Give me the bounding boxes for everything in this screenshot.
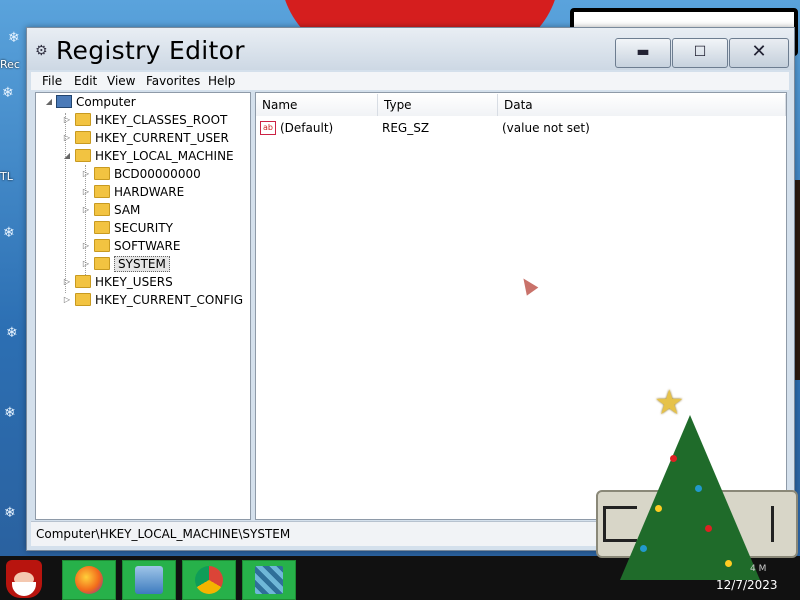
- expand-arrow-icon[interactable]: ▷: [62, 115, 72, 124]
- ornament-icon: [705, 525, 712, 532]
- tree-node-system[interactable]: SYSTEM: [94, 255, 170, 273]
- expand-arrow-icon[interactable]: ▷: [81, 259, 91, 268]
- collapse-arrow-icon[interactable]: ◢: [44, 97, 54, 106]
- snowflake-icon: ❄: [6, 325, 18, 341]
- tree-node-hkcu[interactable]: HKEY_CURRENT_USER: [75, 129, 229, 147]
- snowflake-icon: ❄: [4, 405, 16, 421]
- clock-time: 4 M: [750, 564, 767, 574]
- close-button[interactable]: ✕: [729, 38, 789, 68]
- snowflake-icon: ❄: [3, 225, 15, 241]
- taskbar-regedit-button[interactable]: [242, 560, 296, 600]
- folder-icon: [75, 131, 91, 144]
- tree-node-label: HKEY_CURRENT_USER: [95, 131, 229, 145]
- ornament-icon: [655, 505, 662, 512]
- folder-icon: [94, 239, 110, 252]
- column-header-data[interactable]: Data: [498, 94, 786, 116]
- tree-node-label: BCD00000000: [114, 167, 201, 181]
- maximize-button[interactable]: ☐: [672, 38, 728, 68]
- menu-favorites[interactable]: Favorites: [146, 74, 200, 88]
- clock-date[interactable]: 12/7/2023: [716, 578, 778, 592]
- status-path: Computer\HKEY_LOCAL_MACHINE\SYSTEM: [36, 527, 291, 541]
- value-name: (Default): [280, 121, 334, 135]
- folder-icon: [75, 149, 91, 162]
- tree-node-computer[interactable]: Computer: [56, 93, 136, 111]
- taskbar-chrome-button[interactable]: [182, 560, 236, 600]
- expand-arrow-icon[interactable]: ▷: [62, 277, 72, 286]
- tree-node-label: HKEY_CLASSES_ROOT: [95, 113, 228, 127]
- menu-file[interactable]: File: [42, 74, 62, 88]
- tree-node-label: HKEY_CURRENT_CONFIG: [95, 293, 244, 307]
- christmas-tree-decoration: [620, 415, 760, 580]
- folder-icon: [94, 185, 110, 198]
- folder-icon: [94, 221, 110, 234]
- firefox-icon: [75, 566, 103, 594]
- tree-node-hardware[interactable]: HARDWARE: [94, 183, 184, 201]
- expand-arrow-icon[interactable]: ▷: [81, 241, 91, 250]
- ornament-icon: [640, 545, 647, 552]
- expand-arrow-icon[interactable]: ▷: [62, 295, 72, 304]
- minimize-button[interactable]: ▬: [615, 38, 671, 68]
- tree-node-hkcr[interactable]: HKEY_CLASSES_ROOT: [75, 111, 227, 129]
- tree-node-label: SECURITY: [114, 221, 173, 235]
- chrome-icon: [195, 566, 223, 594]
- tree-node-label-selected: SYSTEM: [114, 256, 170, 272]
- folder-icon: [75, 275, 91, 288]
- expand-arrow-icon[interactable]: ▷: [81, 169, 91, 178]
- value-type: REG_SZ: [382, 121, 430, 135]
- star-icon: ★: [654, 383, 685, 423]
- tree-node-hklm[interactable]: HKEY_LOCAL_MACHINE: [75, 147, 234, 165]
- ornament-icon: [695, 485, 702, 492]
- registry-icon: [255, 566, 283, 594]
- collapse-arrow-icon[interactable]: ◢: [62, 151, 72, 160]
- folder-icon: [75, 113, 91, 126]
- ornament-icon: [670, 455, 677, 462]
- tree-node-label: Computer: [76, 95, 136, 109]
- folder-icon: [94, 203, 110, 216]
- value-data: (value not set): [502, 121, 590, 135]
- expand-arrow-icon[interactable]: ▷: [62, 133, 72, 142]
- table-row[interactable]: ab (Default) REG_SZ (value not set): [260, 119, 780, 137]
- tree-node-security[interactable]: SECURITY: [94, 219, 173, 237]
- tree-node-hkcc[interactable]: HKEY_CURRENT_CONFIG: [75, 291, 243, 309]
- column-header-name[interactable]: Name: [256, 94, 378, 116]
- tree-node-software[interactable]: SOFTWARE: [94, 237, 180, 255]
- tree-node-label: HKEY_LOCAL_MACHINE: [95, 149, 234, 163]
- expand-arrow-icon[interactable]: ▷: [81, 205, 91, 214]
- registry-tree: ◢ Computer ▷ HKEY_CLASSES_ROOT ▷ HKEY_CU…: [35, 92, 251, 520]
- snowflake-icon: ❄: [8, 30, 20, 46]
- menu-edit[interactable]: Edit: [74, 74, 97, 88]
- tree-node-label: HARDWARE: [114, 185, 185, 199]
- tree-node-bcd[interactable]: BCD00000000: [94, 165, 201, 183]
- folder-icon: [94, 167, 110, 180]
- tree-node-hku[interactable]: HKEY_USERS: [75, 273, 173, 291]
- taskbar-explorer-button[interactable]: [122, 560, 176, 600]
- tree-node-label: HKEY_USERS: [95, 275, 173, 289]
- tree-node-sam[interactable]: SAM: [94, 201, 140, 219]
- folder-icon: [75, 293, 91, 306]
- computer-icon: [56, 95, 72, 108]
- string-value-icon: ab: [260, 120, 276, 135]
- window-title: Registry Editor: [56, 36, 245, 65]
- taskbar-firefox-button[interactable]: [62, 560, 116, 600]
- menu-bar: File Edit View Favorites Help: [31, 72, 789, 90]
- title-bar[interactable]: ⚙ Registry Editor ▬ ☐ ✕: [27, 28, 794, 70]
- menu-view[interactable]: View: [107, 74, 135, 88]
- menu-help[interactable]: Help: [208, 74, 235, 88]
- snowflake-icon: ❄: [4, 505, 16, 521]
- expand-arrow-icon[interactable]: ▷: [81, 187, 91, 196]
- ornament-icon: [725, 560, 732, 567]
- folder-icon: [94, 257, 110, 270]
- tree-node-label: SOFTWARE: [114, 239, 181, 253]
- tree-node-label: SAM: [114, 203, 141, 217]
- snowflake-icon: ❄: [2, 85, 14, 101]
- file-explorer-icon: [135, 566, 163, 594]
- registry-icon: ⚙: [35, 43, 48, 59]
- column-header-type[interactable]: Type: [378, 94, 498, 116]
